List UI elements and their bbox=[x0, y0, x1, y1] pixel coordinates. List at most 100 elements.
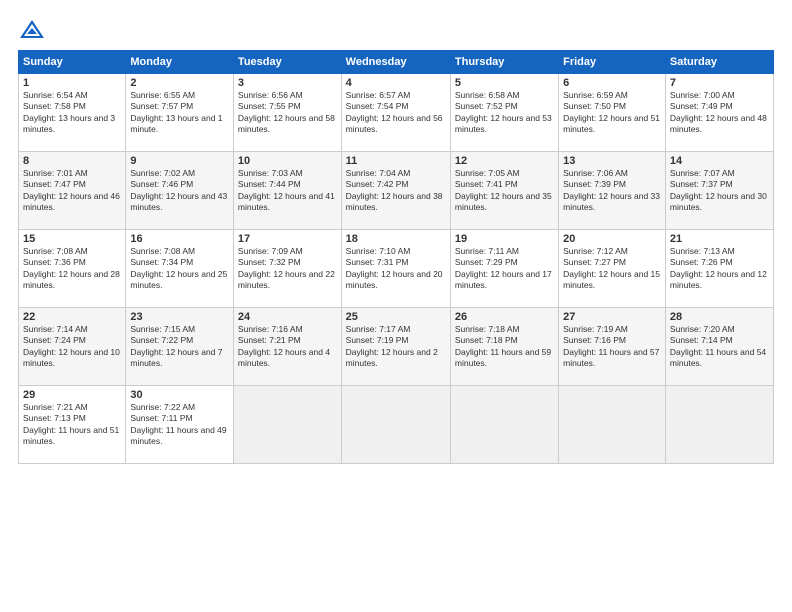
calendar-cell: 13Sunrise: 7:06 AMSunset: 7:39 PMDayligh… bbox=[559, 152, 666, 230]
day-info: Sunrise: 7:08 AMSunset: 7:34 PMDaylight:… bbox=[130, 246, 229, 292]
day-number: 6 bbox=[563, 77, 661, 89]
day-number: 16 bbox=[130, 233, 229, 245]
calendar-cell: 21Sunrise: 7:13 AMSunset: 7:26 PMDayligh… bbox=[665, 230, 773, 308]
calendar-cell: 8Sunrise: 7:01 AMSunset: 7:47 PMDaylight… bbox=[19, 152, 126, 230]
day-number: 14 bbox=[670, 155, 769, 167]
col-header-saturday: Saturday bbox=[665, 51, 773, 74]
calendar-week-row: 29Sunrise: 7:21 AMSunset: 7:13 PMDayligh… bbox=[19, 386, 774, 464]
calendar-cell: 6Sunrise: 6:59 AMSunset: 7:50 PMDaylight… bbox=[559, 74, 666, 152]
calendar-cell: 29Sunrise: 7:21 AMSunset: 7:13 PMDayligh… bbox=[19, 386, 126, 464]
calendar-cell bbox=[450, 386, 558, 464]
calendar-cell bbox=[233, 386, 341, 464]
day-info: Sunrise: 6:56 AMSunset: 7:55 PMDaylight:… bbox=[238, 90, 337, 136]
day-info: Sunrise: 6:57 AMSunset: 7:54 PMDaylight:… bbox=[346, 90, 446, 136]
calendar-cell: 4Sunrise: 6:57 AMSunset: 7:54 PMDaylight… bbox=[341, 74, 450, 152]
calendar-cell: 5Sunrise: 6:58 AMSunset: 7:52 PMDaylight… bbox=[450, 74, 558, 152]
day-number: 21 bbox=[670, 233, 769, 245]
day-number: 5 bbox=[455, 77, 554, 89]
calendar-cell: 11Sunrise: 7:04 AMSunset: 7:42 PMDayligh… bbox=[341, 152, 450, 230]
day-number: 9 bbox=[130, 155, 229, 167]
day-number: 29 bbox=[23, 389, 121, 401]
calendar-page: SundayMondayTuesdayWednesdayThursdayFrid… bbox=[0, 0, 792, 612]
day-number: 27 bbox=[563, 311, 661, 323]
day-info: Sunrise: 7:15 AMSunset: 7:22 PMDaylight:… bbox=[130, 324, 229, 370]
logo-icon bbox=[18, 18, 46, 40]
day-number: 15 bbox=[23, 233, 121, 245]
day-info: Sunrise: 7:03 AMSunset: 7:44 PMDaylight:… bbox=[238, 168, 337, 214]
day-info: Sunrise: 7:18 AMSunset: 7:18 PMDaylight:… bbox=[455, 324, 554, 370]
calendar-cell: 2Sunrise: 6:55 AMSunset: 7:57 PMDaylight… bbox=[126, 74, 234, 152]
calendar-cell: 23Sunrise: 7:15 AMSunset: 7:22 PMDayligh… bbox=[126, 308, 234, 386]
calendar-cell: 25Sunrise: 7:17 AMSunset: 7:19 PMDayligh… bbox=[341, 308, 450, 386]
day-info: Sunrise: 7:07 AMSunset: 7:37 PMDaylight:… bbox=[670, 168, 769, 214]
day-info: Sunrise: 7:02 AMSunset: 7:46 PMDaylight:… bbox=[130, 168, 229, 214]
day-number: 23 bbox=[130, 311, 229, 323]
calendar-cell bbox=[665, 386, 773, 464]
day-number: 4 bbox=[346, 77, 446, 89]
calendar-cell: 3Sunrise: 6:56 AMSunset: 7:55 PMDaylight… bbox=[233, 74, 341, 152]
day-info: Sunrise: 7:13 AMSunset: 7:26 PMDaylight:… bbox=[670, 246, 769, 292]
day-info: Sunrise: 7:06 AMSunset: 7:39 PMDaylight:… bbox=[563, 168, 661, 214]
day-number: 24 bbox=[238, 311, 337, 323]
day-number: 25 bbox=[346, 311, 446, 323]
calendar-week-row: 8Sunrise: 7:01 AMSunset: 7:47 PMDaylight… bbox=[19, 152, 774, 230]
day-number: 22 bbox=[23, 311, 121, 323]
day-number: 8 bbox=[23, 155, 121, 167]
calendar-cell: 30Sunrise: 7:22 AMSunset: 7:11 PMDayligh… bbox=[126, 386, 234, 464]
calendar-cell: 17Sunrise: 7:09 AMSunset: 7:32 PMDayligh… bbox=[233, 230, 341, 308]
day-info: Sunrise: 6:58 AMSunset: 7:52 PMDaylight:… bbox=[455, 90, 554, 136]
calendar-week-row: 15Sunrise: 7:08 AMSunset: 7:36 PMDayligh… bbox=[19, 230, 774, 308]
day-info: Sunrise: 7:14 AMSunset: 7:24 PMDaylight:… bbox=[23, 324, 121, 370]
calendar-cell: 12Sunrise: 7:05 AMSunset: 7:41 PMDayligh… bbox=[450, 152, 558, 230]
calendar-cell: 22Sunrise: 7:14 AMSunset: 7:24 PMDayligh… bbox=[19, 308, 126, 386]
day-info: Sunrise: 7:16 AMSunset: 7:21 PMDaylight:… bbox=[238, 324, 337, 370]
calendar-cell: 16Sunrise: 7:08 AMSunset: 7:34 PMDayligh… bbox=[126, 230, 234, 308]
day-info: Sunrise: 7:20 AMSunset: 7:14 PMDaylight:… bbox=[670, 324, 769, 370]
day-info: Sunrise: 7:11 AMSunset: 7:29 PMDaylight:… bbox=[455, 246, 554, 292]
day-info: Sunrise: 7:10 AMSunset: 7:31 PMDaylight:… bbox=[346, 246, 446, 292]
calendar-cell: 18Sunrise: 7:10 AMSunset: 7:31 PMDayligh… bbox=[341, 230, 450, 308]
col-header-thursday: Thursday bbox=[450, 51, 558, 74]
calendar-table: SundayMondayTuesdayWednesdayThursdayFrid… bbox=[18, 50, 774, 464]
day-info: Sunrise: 7:12 AMSunset: 7:27 PMDaylight:… bbox=[563, 246, 661, 292]
calendar-cell bbox=[559, 386, 666, 464]
day-info: Sunrise: 6:54 AMSunset: 7:58 PMDaylight:… bbox=[23, 90, 121, 136]
col-header-monday: Monday bbox=[126, 51, 234, 74]
day-number: 1 bbox=[23, 77, 121, 89]
calendar-cell: 28Sunrise: 7:20 AMSunset: 7:14 PMDayligh… bbox=[665, 308, 773, 386]
day-info: Sunrise: 6:59 AMSunset: 7:50 PMDaylight:… bbox=[563, 90, 661, 136]
calendar-cell: 19Sunrise: 7:11 AMSunset: 7:29 PMDayligh… bbox=[450, 230, 558, 308]
calendar-cell: 15Sunrise: 7:08 AMSunset: 7:36 PMDayligh… bbox=[19, 230, 126, 308]
day-number: 28 bbox=[670, 311, 769, 323]
day-number: 18 bbox=[346, 233, 446, 245]
day-info: Sunrise: 7:19 AMSunset: 7:16 PMDaylight:… bbox=[563, 324, 661, 370]
calendar-cell: 9Sunrise: 7:02 AMSunset: 7:46 PMDaylight… bbox=[126, 152, 234, 230]
day-number: 13 bbox=[563, 155, 661, 167]
day-info: Sunrise: 7:00 AMSunset: 7:49 PMDaylight:… bbox=[670, 90, 769, 136]
calendar-cell: 24Sunrise: 7:16 AMSunset: 7:21 PMDayligh… bbox=[233, 308, 341, 386]
day-info: Sunrise: 7:08 AMSunset: 7:36 PMDaylight:… bbox=[23, 246, 121, 292]
calendar-cell: 7Sunrise: 7:00 AMSunset: 7:49 PMDaylight… bbox=[665, 74, 773, 152]
col-header-tuesday: Tuesday bbox=[233, 51, 341, 74]
day-info: Sunrise: 7:04 AMSunset: 7:42 PMDaylight:… bbox=[346, 168, 446, 214]
day-number: 10 bbox=[238, 155, 337, 167]
day-number: 20 bbox=[563, 233, 661, 245]
day-info: Sunrise: 6:55 AMSunset: 7:57 PMDaylight:… bbox=[130, 90, 229, 136]
day-number: 11 bbox=[346, 155, 446, 167]
calendar-cell: 10Sunrise: 7:03 AMSunset: 7:44 PMDayligh… bbox=[233, 152, 341, 230]
day-number: 7 bbox=[670, 77, 769, 89]
day-number: 19 bbox=[455, 233, 554, 245]
calendar-week-row: 22Sunrise: 7:14 AMSunset: 7:24 PMDayligh… bbox=[19, 308, 774, 386]
day-number: 2 bbox=[130, 77, 229, 89]
calendar-cell: 1Sunrise: 6:54 AMSunset: 7:58 PMDaylight… bbox=[19, 74, 126, 152]
calendar-cell: 14Sunrise: 7:07 AMSunset: 7:37 PMDayligh… bbox=[665, 152, 773, 230]
day-info: Sunrise: 7:21 AMSunset: 7:13 PMDaylight:… bbox=[23, 402, 121, 448]
logo bbox=[18, 18, 50, 40]
day-number: 17 bbox=[238, 233, 337, 245]
day-info: Sunrise: 7:22 AMSunset: 7:11 PMDaylight:… bbox=[130, 402, 229, 448]
calendar-cell bbox=[341, 386, 450, 464]
calendar-week-row: 1Sunrise: 6:54 AMSunset: 7:58 PMDaylight… bbox=[19, 74, 774, 152]
day-number: 12 bbox=[455, 155, 554, 167]
day-number: 26 bbox=[455, 311, 554, 323]
col-header-wednesday: Wednesday bbox=[341, 51, 450, 74]
